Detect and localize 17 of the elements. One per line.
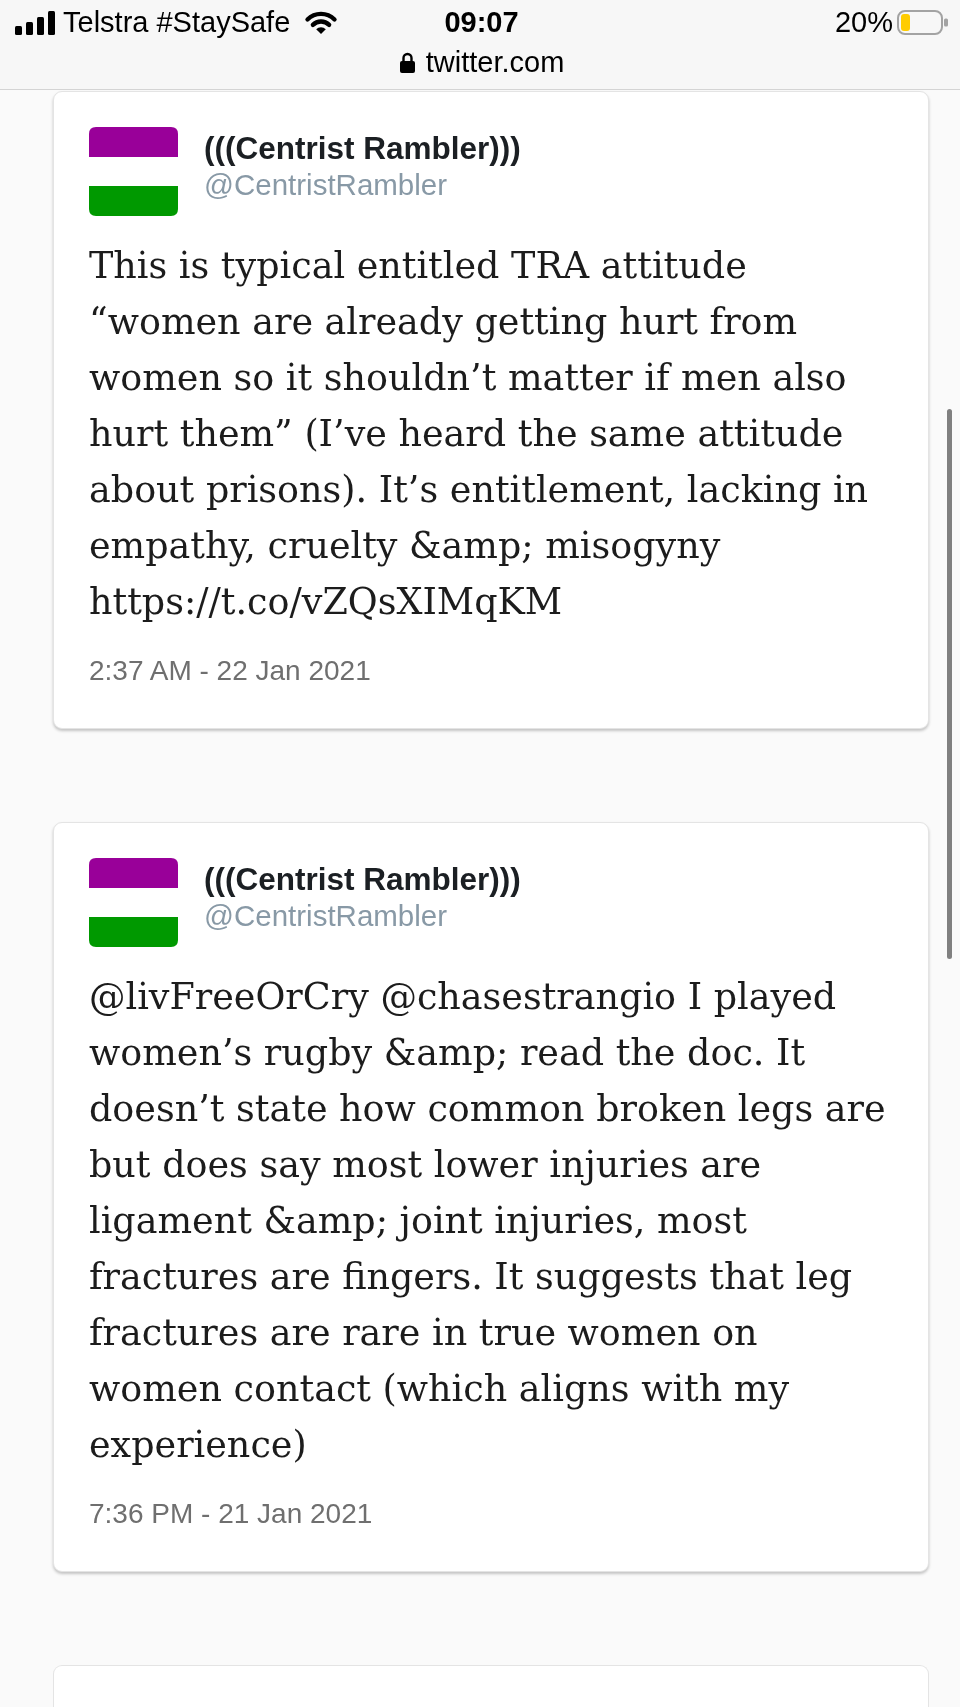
clock-time: 09:07: [444, 9, 519, 36]
author-handle[interactable]: @CentristRambler: [204, 167, 521, 203]
battery-percentage: 20%: [834, 9, 893, 36]
signal-strength-icon: [15, 10, 55, 35]
tweet-timestamp[interactable]: 2:37 AM - 22 Jan 2021: [89, 654, 893, 688]
author-name[interactable]: (((Centrist Rambler))): [204, 129, 521, 167]
tweet-text: This is typical entitled TRA attitude “women are already getting hurt from women so it shouldn’t matter if men also hurt them” (I’ve heard the same attitude about prisons). It’s entitlement, lacking in empathy, cruelty &amp; misogyny https://t.co/vZQsXIMqKM: [89, 243, 870, 625]
tweet-timestamp[interactable]: 7:36 PM - 21 Jan 2021: [89, 1497, 893, 1531]
author-handle[interactable]: @CentristRambler: [204, 898, 521, 934]
battery-icon: [897, 10, 948, 35]
avatar-icon[interactable]: [89, 127, 178, 216]
author-name[interactable]: (((Centrist Rambler))): [204, 860, 521, 898]
carrier-name: Telstra #StaySafe: [63, 9, 291, 36]
avatar-icon[interactable]: [89, 858, 178, 947]
wifi-icon: [304, 11, 339, 34]
address-bar-url[interactable]: twitter.com: [425, 48, 565, 76]
tweet-text: @livFreeOrCry @chasestrangio I played women’s rugby &amp; read the doc. It doesn’t state how common broken legs are but does say most lower injuries are ligament &amp; joint injuries, most fractures are fingers. It suggests that leg fractures are rare in true women on women contact (which aligns with my experience): [89, 974, 887, 1468]
